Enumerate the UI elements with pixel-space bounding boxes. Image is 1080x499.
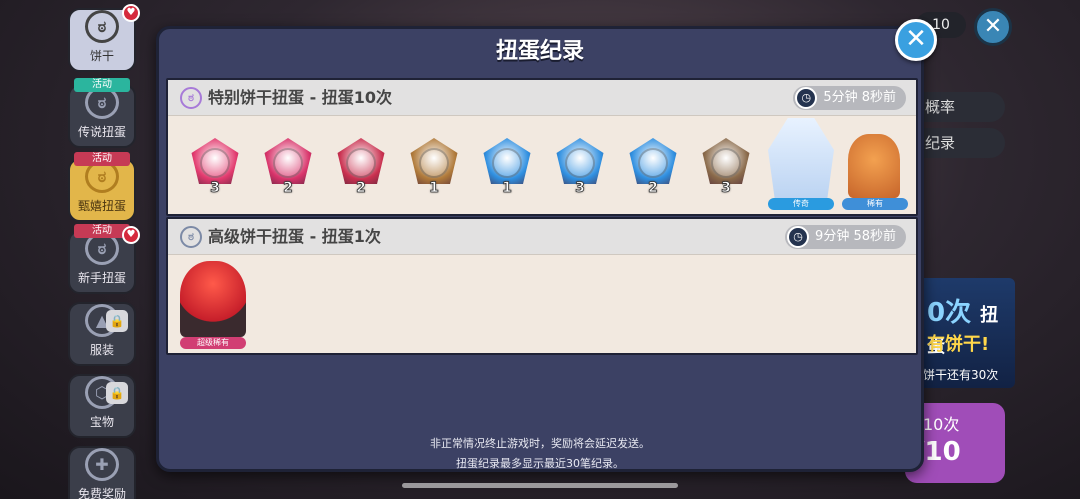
soulstone-count: 3 <box>721 180 732 197</box>
cookie-face-icon <box>346 148 376 178</box>
sidebar-item-costume[interactable]: ▲ 服装 🔒 <box>68 302 136 366</box>
record-time-text: 5分钟 8秒前 <box>823 90 896 105</box>
gacha-10-label: 10次 <box>923 415 960 434</box>
sidebar-item-free-reward[interactable]: ✚ 免费奖励 <box>68 446 136 499</box>
sidebar-item-label: 新手扭蛋 <box>77 271 126 285</box>
lock-icon: 🔒 <box>106 382 128 404</box>
soulstone-count: 1 <box>502 180 513 197</box>
legendary-cookie-figure <box>768 118 834 198</box>
event-tag: 活动 <box>74 152 130 166</box>
sidebar: ಠ 饼干 ♥ 活动 ಠ 传说扭蛋 活动 ಠ 甄嬉扭蛋 活动 ಠ 新手扭蛋 ♥ ▲… <box>62 0 144 499</box>
footer-note-1: 非正常情况终止游戏时，奖励将会延迟发送。 <box>430 437 650 450</box>
premium-cookie-gacha-icon: ಠ <box>180 226 202 248</box>
close-button[interactable]: ✕ <box>895 19 937 61</box>
sidebar-item-label: 饼干 <box>89 49 114 63</box>
gacha-record-modal: 扭蛋纪录 ✕ ಠ 特别饼干扭蛋 - 扭蛋10次 ◷ 5分钟 8秒前 传奇 稀有 … <box>156 19 937 472</box>
cookie-face-icon <box>200 148 230 178</box>
record-time-text: 9分钟 58秒前 <box>815 229 896 244</box>
soulstone-count: 2 <box>648 180 659 197</box>
record-entry: ಠ 特别饼干扭蛋 - 扭蛋10次 ◷ 5分钟 8秒前 传奇 稀有 3 2 2 1 1 3 2… <box>166 78 918 216</box>
soulstone-count: 2 <box>356 180 367 197</box>
sidebar-item-label: 传说扭蛋 <box>77 125 126 139</box>
heart-badge-icon: ♥ <box>122 226 140 244</box>
soulstone-count: 3 <box>210 180 221 197</box>
record-time: ◷ 9分钟 58秒前 <box>785 225 906 249</box>
screen-close-button[interactable]: ✕ <box>974 8 1012 46</box>
clock-icon: ◷ <box>795 87 818 109</box>
record-items: 超级稀有 <box>168 255 916 353</box>
sidebar-item-beginner-gacha[interactable]: 活动 ಠ 新手扭蛋 ♥ <box>68 224 140 294</box>
record-entry: ಠ 高级饼干扭蛋 - 扭蛋1次 ◷ 9分钟 58秒前 超级稀有 <box>166 217 918 355</box>
banner-line3: 饼干还有30次 <box>923 368 999 382</box>
rarity-label: 超级稀有 <box>180 337 246 349</box>
record-title: 特别饼干扭蛋 - 扭蛋10次 <box>208 88 393 107</box>
gift-icon: ✚ <box>85 448 119 481</box>
sidebar-item-label: 甄嬉扭蛋 <box>77 199 126 213</box>
home-indicator <box>402 483 678 488</box>
footer-note-2: 扭蛋纪录最多显示最近30笔纪录。 <box>456 457 624 470</box>
lock-icon: 🔒 <box>106 310 128 332</box>
heart-badge-icon: ♥ <box>122 4 140 22</box>
clock-icon: ◷ <box>787 226 810 248</box>
record-items: 传奇 稀有 3 2 2 1 1 3 2 3 <box>168 116 916 214</box>
epic-cookie-figure <box>180 261 246 337</box>
event-tag: 活动 <box>74 78 130 92</box>
sidebar-item-label: 免费奖励 <box>77 487 126 499</box>
special-cookie-gacha-icon: ಠ <box>180 87 202 109</box>
cookie-icon: ಠ <box>85 10 119 43</box>
record-title: 高级饼干扭蛋 - 扭蛋1次 <box>208 227 381 246</box>
soulstone-count: 2 <box>283 180 294 197</box>
soulstone-count: 1 <box>429 180 440 197</box>
cookie-face-icon <box>419 148 449 178</box>
banner-count: 0次 <box>927 298 972 328</box>
cookie-face-icon <box>492 148 522 178</box>
cookie-face-icon <box>273 148 303 178</box>
sidebar-item-cookies[interactable]: ಠ 饼干 ♥ <box>68 4 140 72</box>
sidebar-item-select-gacha[interactable]: 活动 ಠ 甄嬉扭蛋 <box>68 152 136 222</box>
sidebar-item-label: 服装 <box>89 343 114 357</box>
rarity-label: 稀有 <box>842 198 908 210</box>
record-header: ಠ 高级饼干扭蛋 - 扭蛋1次 ◷ 9分钟 58秒前 <box>168 219 916 255</box>
sidebar-item-treasure[interactable]: ⬡ 宝物 🔒 <box>68 374 136 438</box>
sidebar-item-label: 宝物 <box>89 415 114 429</box>
cookie-face-icon <box>565 148 595 178</box>
sidebar-item-legend-gacha[interactable]: 活动 ಠ 传说扭蛋 <box>68 78 136 148</box>
close-icon: ✕ <box>905 24 927 54</box>
soulstone-count: 3 <box>575 180 586 197</box>
rare-cookie-figure <box>848 134 900 198</box>
rarity-label: 传奇 <box>768 198 834 210</box>
modal-title: 扭蛋纪录 <box>495 39 584 64</box>
cookie-face-icon <box>711 148 741 178</box>
banner-line2: 有饼干! <box>927 334 990 355</box>
cookie-face-icon <box>638 148 668 178</box>
record-header: ಠ 特别饼干扭蛋 - 扭蛋10次 ◷ 5分钟 8秒前 <box>168 80 916 116</box>
record-time: ◷ 5分钟 8秒前 <box>793 86 906 110</box>
